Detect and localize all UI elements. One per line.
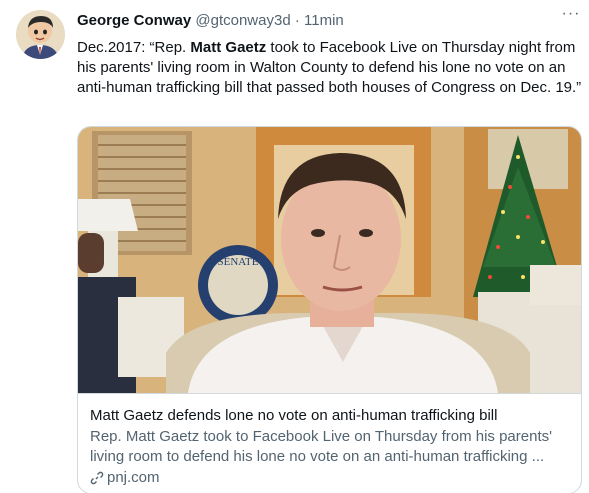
card-text[interactable]: Matt Gaetz defends lone no vote on anti-… bbox=[78, 393, 581, 488]
card-domain-text[interactable]: pnj.com bbox=[107, 468, 160, 488]
link-preview-card[interactable]: SENATE Matt Gaetz defends lone no vote o… bbox=[77, 126, 582, 493]
separator-dot: · bbox=[294, 12, 300, 29]
author-name[interactable]: George Conway bbox=[77, 12, 191, 29]
author-handle[interactable]: @gtconway3d bbox=[195, 12, 290, 29]
card-title[interactable]: Matt Gaetz defends lone no vote on anti-… bbox=[90, 406, 569, 426]
tweet-text: Dec.2017: “Rep. Matt Gaetz took to Faceb… bbox=[77, 38, 582, 98]
avatar[interactable] bbox=[16, 10, 65, 59]
tweet-timestamp[interactable]: 11min bbox=[304, 12, 344, 29]
card-domain[interactable]: pnj.com bbox=[90, 468, 569, 488]
tweet-text-bold: Matt Gaetz bbox=[190, 39, 267, 56]
tweet-text-start: Dec.2017: “Rep. bbox=[77, 39, 191, 56]
link-icon bbox=[90, 471, 104, 485]
seal-text: SENATE bbox=[218, 256, 259, 268]
more-options-button[interactable]: ··· bbox=[560, 6, 582, 28]
card-description[interactable]: Rep. Matt Gaetz took to Facebook Live on… bbox=[90, 427, 569, 467]
tweet-header: George Conway @gtconway3d · 11min bbox=[77, 12, 344, 30]
card-image[interactable]: SENATE bbox=[78, 127, 581, 393]
more-horizontal-icon: ··· bbox=[561, 5, 581, 22]
